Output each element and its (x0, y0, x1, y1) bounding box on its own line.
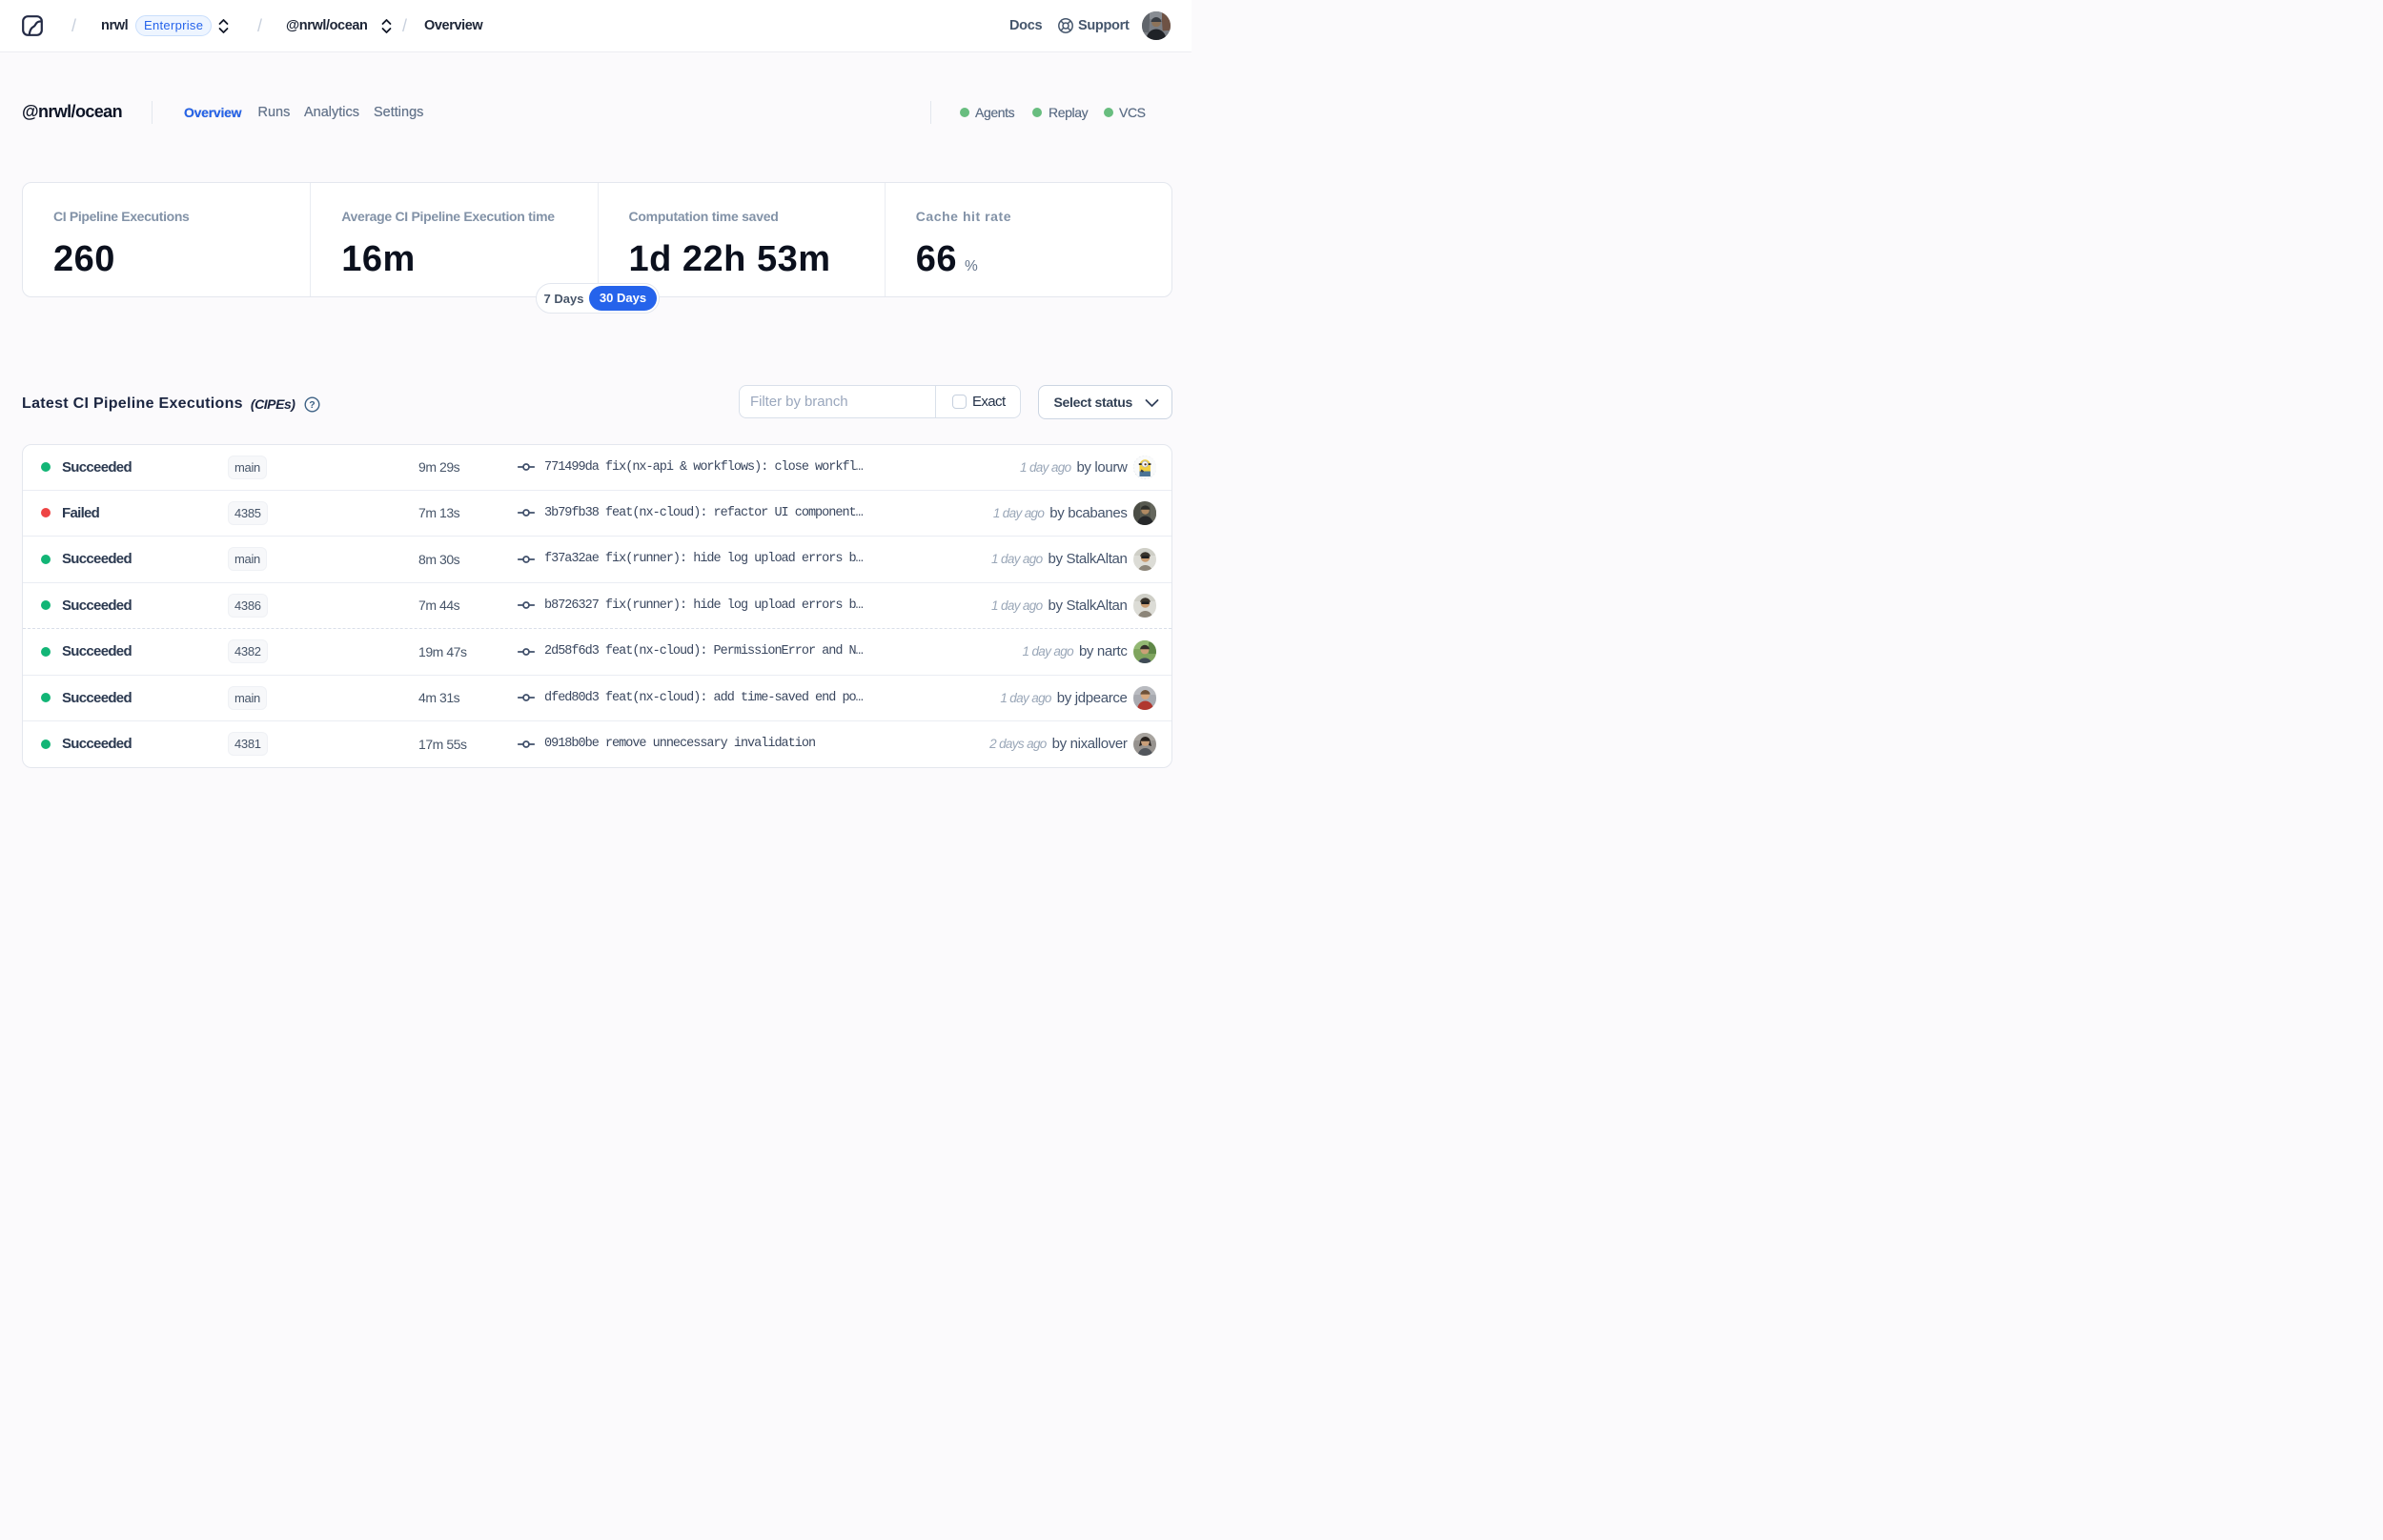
svg-text:?: ? (309, 399, 315, 411)
